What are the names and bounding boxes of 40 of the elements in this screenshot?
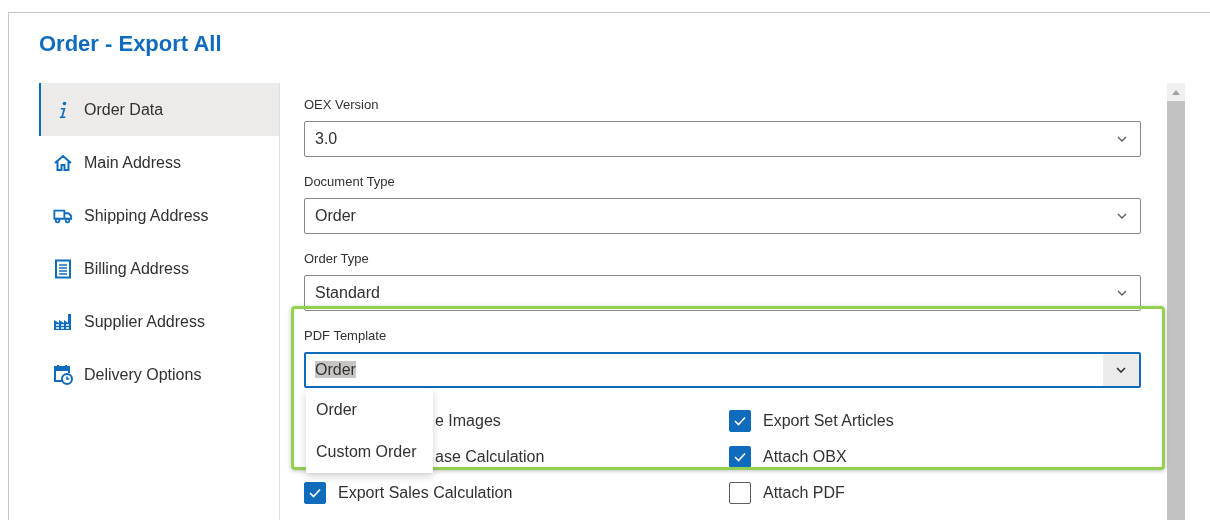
checkbox[interactable]: [729, 410, 751, 432]
chevron-down-icon: [1117, 213, 1127, 219]
sidebar-item[interactable]: Order Data: [39, 83, 279, 136]
field-label: OEX Version: [304, 96, 379, 114]
checkbox[interactable]: [729, 446, 751, 468]
dropdown-field[interactable]: Standard: [304, 275, 1141, 311]
info-icon: [58, 100, 68, 119]
dropdown-option[interactable]: Custom Order: [306, 431, 433, 473]
field-label: PDF Template: [304, 327, 387, 345]
sidebar-item[interactable]: Shipping Address: [39, 189, 279, 242]
checkbox[interactable]: [729, 482, 751, 504]
chevron-down-icon: [1116, 367, 1126, 373]
sidebar-item[interactable]: Billing Address: [39, 242, 279, 295]
house-icon: [53, 153, 73, 172]
dropdown-field[interactable]: Order: [304, 198, 1141, 234]
checkbox-label: e Images: [435, 412, 501, 430]
sidebar-item[interactable]: Main Address: [39, 136, 279, 189]
checkbox-label: Export Set Articles: [763, 412, 894, 430]
check-icon: [734, 452, 746, 462]
sidebar-item[interactable]: Supplier Address: [39, 295, 279, 348]
calendar-clock-icon: [53, 364, 73, 385]
check-icon: [309, 488, 321, 498]
sidebar-item[interactable]: Delivery Options: [39, 348, 279, 401]
checkbox-label: Export Sales Calculation: [338, 484, 513, 502]
checkbox-label: Attach PDF: [763, 484, 845, 502]
truck-icon: [53, 207, 73, 224]
factory-icon: [53, 312, 73, 331]
dropdown-option[interactable]: Order: [306, 389, 433, 431]
dropdown-field[interactable]: 3.0: [304, 121, 1141, 157]
field-label: Document Type: [304, 173, 395, 191]
page-title: Order - Export All: [39, 31, 222, 57]
checkbox[interactable]: [304, 482, 326, 504]
field-label: Order Type: [304, 250, 369, 268]
scrollbar[interactable]: [1167, 83, 1185, 520]
check-icon: [734, 416, 746, 426]
checkbox-label: ase Calculation: [435, 448, 545, 466]
chevron-down-icon: [1117, 290, 1127, 296]
document-list-icon: [54, 258, 72, 279]
checkbox-label: Attach OBX: [763, 448, 847, 466]
chevron-down-icon: [1117, 136, 1127, 142]
